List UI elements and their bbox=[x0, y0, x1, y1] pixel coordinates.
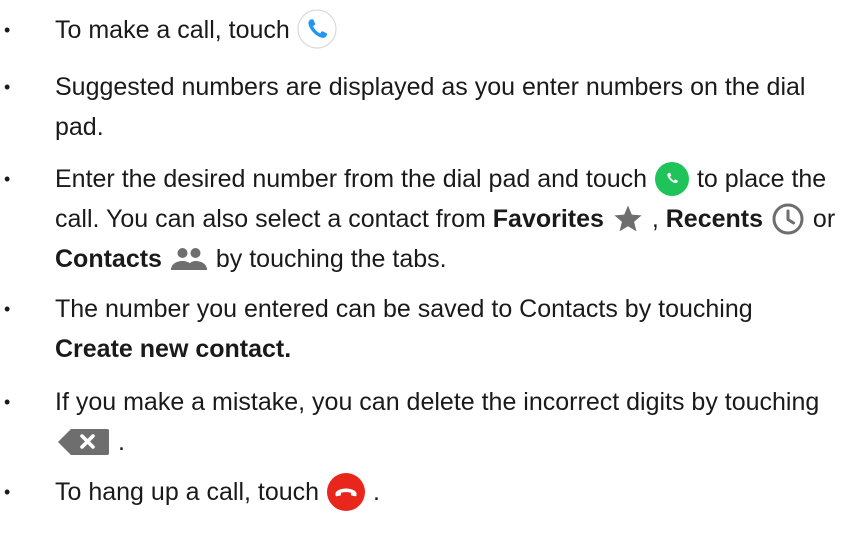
list-item: To make a call, touch bbox=[0, 9, 858, 51]
favorites-label: Favorites bbox=[492, 205, 604, 234]
contacts-label: Contacts bbox=[55, 245, 162, 274]
clock-icon bbox=[770, 201, 806, 237]
item-text: , bbox=[651, 205, 659, 234]
item-text: . bbox=[117, 428, 125, 457]
instruction-page: To make a call, touch Suggested numbers … bbox=[0, 0, 858, 535]
recents-label: Recents bbox=[665, 205, 764, 234]
item-text: To make a call, touch bbox=[55, 16, 290, 44]
phone-icon bbox=[297, 9, 337, 49]
item-text: or bbox=[812, 205, 836, 234]
item-text: . bbox=[372, 478, 380, 507]
list-item: Suggested numbers are displayed as you e… bbox=[0, 67, 858, 147]
list-item: Enter the desired number from the dial p… bbox=[0, 159, 858, 279]
list-item: To hang up a call, touch . bbox=[0, 472, 858, 513]
item-text: To hang up a call, touch bbox=[55, 478, 320, 507]
people-icon bbox=[169, 243, 209, 275]
item-text: by touching the tabs. bbox=[215, 245, 447, 274]
item-text: The number you entered can be saved to C… bbox=[55, 295, 753, 324]
instruction-list: To make a call, touch Suggested numbers … bbox=[0, 9, 858, 514]
backspace-icon bbox=[55, 426, 111, 458]
list-item: If you make a mistake, you can delete th… bbox=[0, 382, 858, 462]
item-text: Suggested numbers are displayed as you e… bbox=[55, 73, 806, 142]
create-new-contact-label: Create new contact. bbox=[55, 335, 292, 364]
call-button-icon bbox=[654, 161, 690, 197]
item-text: If you make a mistake, you can delete th… bbox=[55, 388, 820, 417]
item-text: Enter the desired number from the dial p… bbox=[55, 165, 648, 194]
end-call-icon bbox=[326, 472, 366, 512]
list-item: The number you entered can be saved to C… bbox=[0, 289, 858, 369]
star-icon bbox=[611, 202, 645, 236]
